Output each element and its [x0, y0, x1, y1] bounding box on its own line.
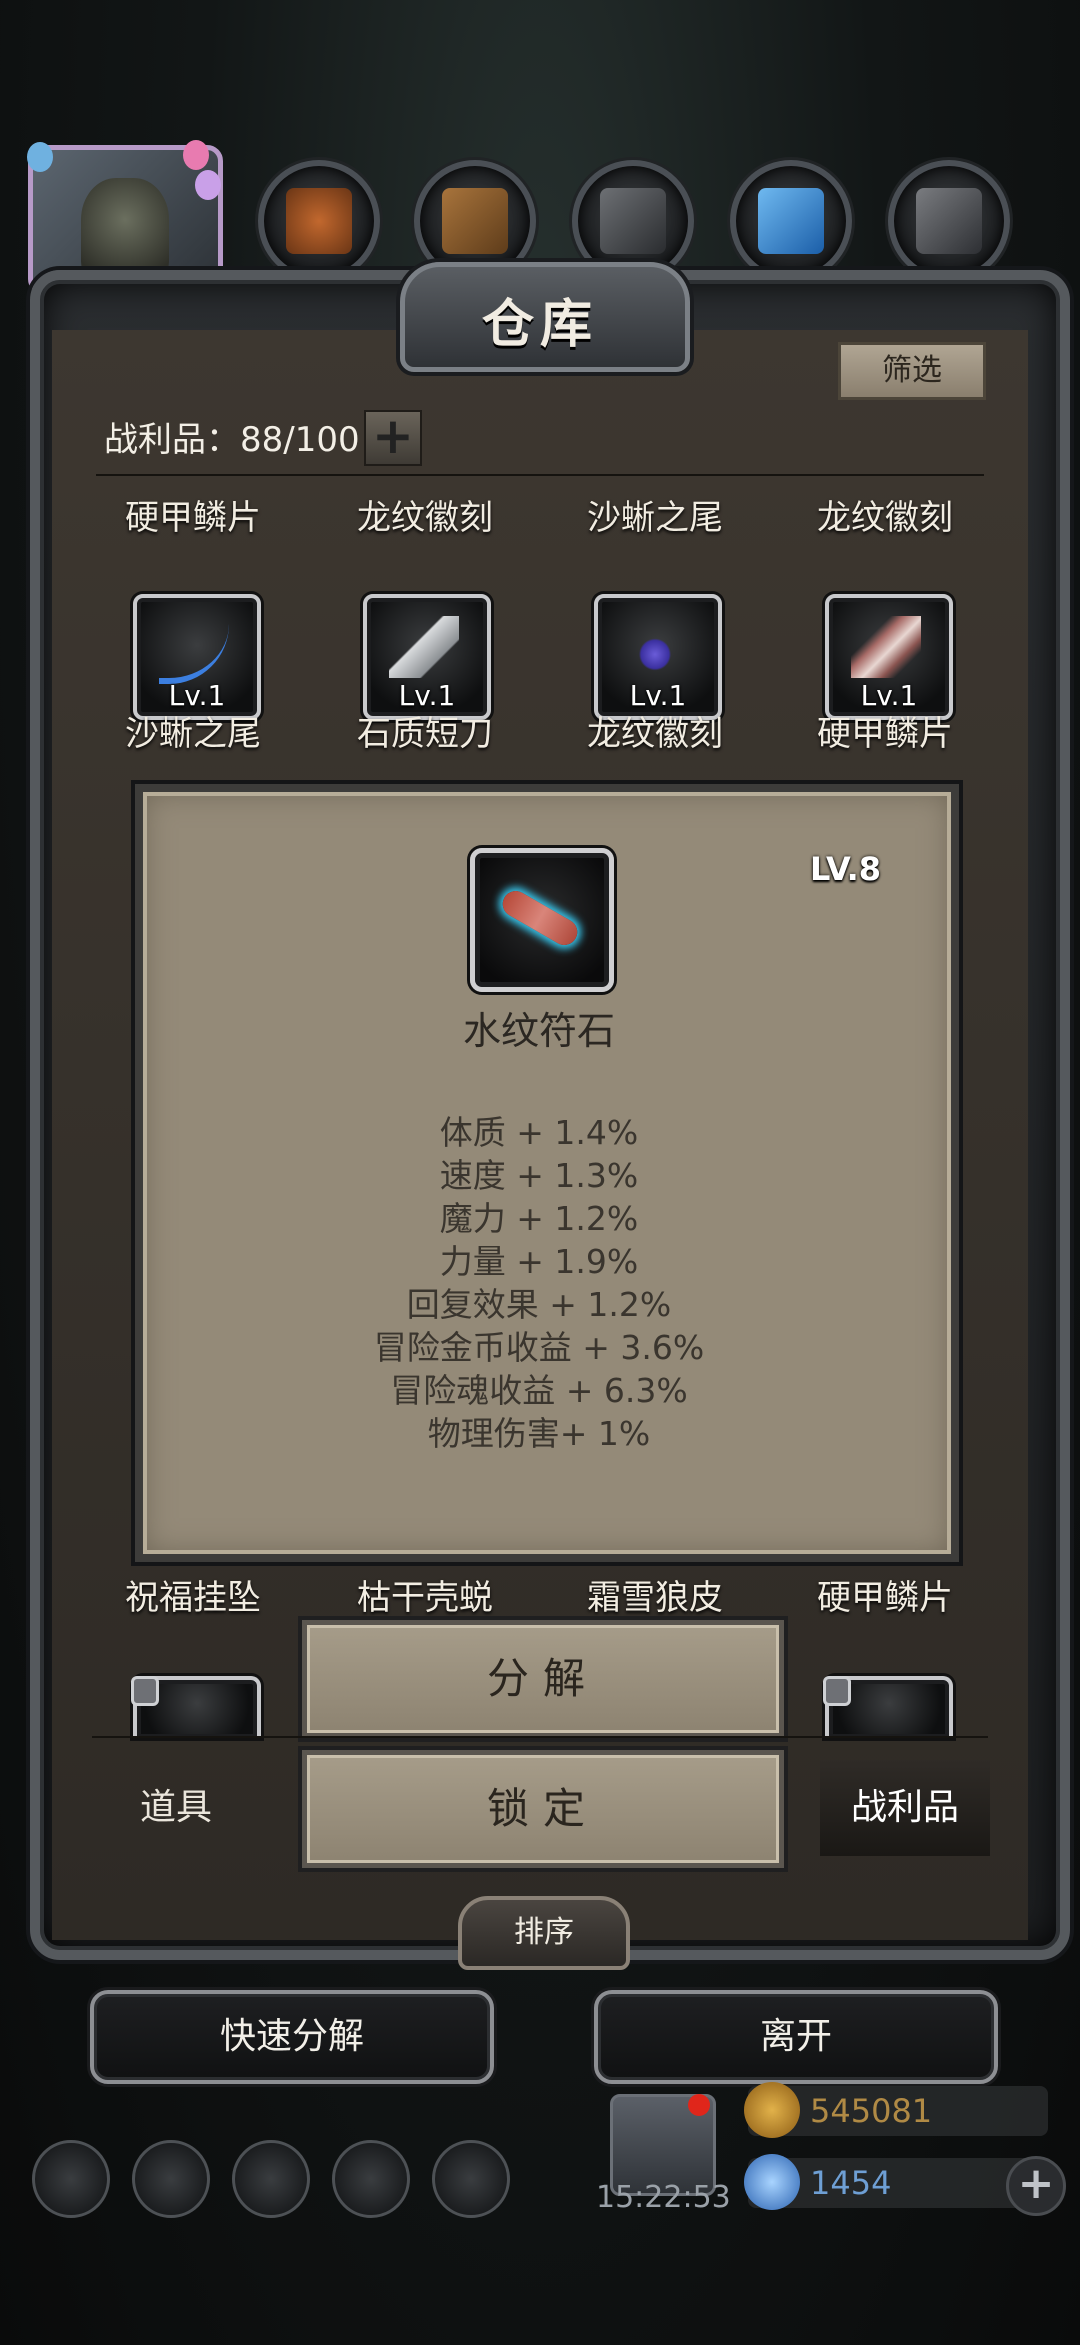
item-slot[interactable]: Lv.1: [594, 594, 722, 720]
category-crystal-icon[interactable]: [730, 160, 852, 282]
rune-stone-icon: [497, 886, 583, 950]
balloon-icon: [195, 170, 221, 200]
divider: [92, 1736, 988, 1738]
lock-icon: [131, 1676, 159, 1706]
item-name: 龙纹徽刻: [587, 714, 723, 754]
leave-button[interactable]: 离开: [594, 1990, 998, 2084]
expand-capacity-button[interactable]: +: [364, 410, 422, 466]
avatar-face-icon: [81, 178, 169, 282]
item-slot[interactable]: [823, 1676, 953, 1738]
quick-decompose-button[interactable]: 快速分解: [90, 1990, 494, 2084]
tail-icon: [159, 616, 229, 684]
stat-line: 物理伤害+ 1%: [427, 1414, 651, 1453]
balloon-icon: [27, 142, 53, 172]
clock-time: 15:22:53: [596, 2180, 731, 2215]
settings-icon[interactable]: [32, 2140, 110, 2218]
item-detail-icon: [470, 848, 614, 992]
pendant-icon: [620, 616, 690, 678]
item-detail-name: 水纹符石: [462, 1009, 615, 1053]
gold-amount: 545081: [810, 2092, 933, 2130]
mail-icon[interactable]: [332, 2140, 410, 2218]
skill-icon[interactable]: [132, 2140, 210, 2218]
item-slot[interactable]: Lv.1: [363, 594, 491, 720]
gem-icon: [744, 2154, 800, 2210]
decompose-button[interactable]: 分解: [302, 1620, 784, 1738]
shop-icon[interactable]: [432, 2140, 510, 2218]
category-potion-icon[interactable]: [258, 160, 380, 282]
tab-items[interactable]: 道具: [96, 1760, 256, 1856]
stat-line: 回复效果 + 1.2%: [406, 1285, 672, 1324]
plus-icon: +: [372, 407, 414, 465]
gold-coin-icon: [744, 2082, 800, 2138]
scale-icon: [851, 616, 921, 678]
lock-icon: [823, 1676, 851, 1706]
notification-dot: [688, 2094, 710, 2116]
balloon-icon: [183, 140, 209, 170]
add-currency-button[interactable]: +: [1006, 2156, 1066, 2216]
gem-amount: 1454: [810, 2164, 892, 2202]
item-name[interactable]: 祝福挂坠: [78, 1570, 308, 1619]
dagger-icon: [389, 616, 459, 678]
filter-button[interactable]: 筛选: [838, 342, 986, 400]
stat-line: 速度 + 1.3%: [439, 1156, 639, 1195]
item-name[interactable]: 硬甲鳞片: [770, 1570, 1000, 1619]
item-name: 沙蜥之尾: [125, 714, 261, 754]
item-name[interactable]: 龙纹徽刻: [310, 490, 540, 539]
stat-line: 魔力 + 1.2%: [439, 1199, 639, 1238]
tab-loot[interactable]: 战利品: [820, 1760, 990, 1856]
item-name[interactable]: 沙蜥之尾: [540, 490, 770, 539]
lock-button[interactable]: 锁定: [302, 1750, 784, 1868]
divider: [96, 474, 984, 476]
item-name: 硬甲鳞片: [817, 714, 953, 754]
item-name[interactable]: 硬甲鳞片: [78, 490, 308, 539]
category-metal-icon[interactable]: [888, 160, 1010, 282]
equipment-icon[interactable]: [232, 2140, 310, 2218]
item-name: 石质短刀: [357, 714, 493, 754]
item-slot[interactable]: [131, 1676, 261, 1738]
item-slot[interactable]: Lv.1: [133, 594, 261, 720]
stat-line: 冒险金币收益 + 3.6%: [373, 1328, 705, 1367]
stat-line: 体质 + 1.4%: [439, 1113, 639, 1152]
item-name[interactable]: 枯干壳蜕: [310, 1570, 540, 1619]
loot-count: 战利品：88/100: [104, 420, 360, 460]
window-title: 仓库: [481, 295, 598, 355]
sort-button[interactable]: 排序: [458, 1896, 630, 1970]
stat-line: 力量 + 1.9%: [439, 1242, 639, 1281]
item-detail-level: LV.8: [810, 850, 882, 888]
item-slot[interactable]: Lv.1: [825, 594, 953, 720]
stat-line: 冒险魂收益 + 6.3%: [390, 1371, 688, 1410]
item-name[interactable]: 龙纹徽刻: [770, 490, 1000, 539]
item-name[interactable]: 霜雪狼皮: [540, 1570, 770, 1619]
